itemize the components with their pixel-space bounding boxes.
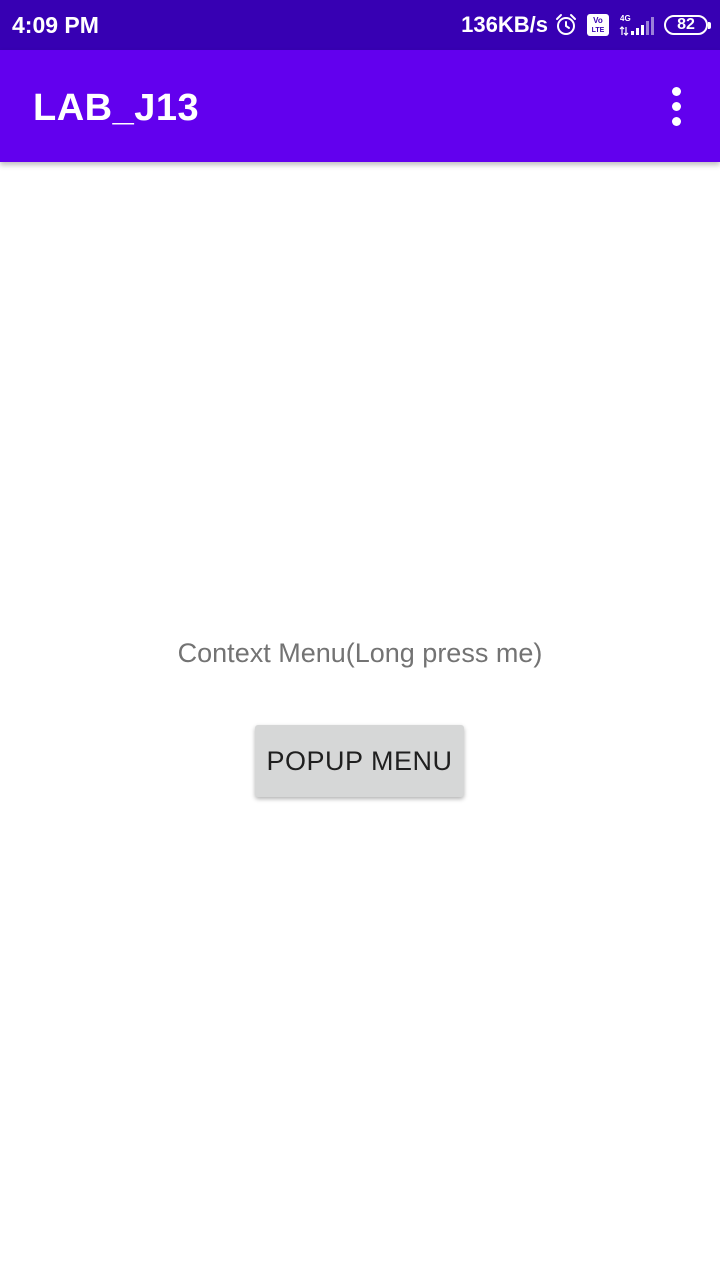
svg-text:Vo: Vo [593, 16, 603, 25]
network-type-label: 4G [620, 14, 631, 23]
overflow-dot [671, 101, 681, 111]
battery-level: 82 [677, 16, 695, 33]
status-icons: 136KB/s Vo LTE 4G 82 [461, 10, 711, 40]
app-bar: LAB_J13 [0, 50, 720, 162]
context-menu-text[interactable]: Context Menu(Long press me) [0, 636, 720, 670]
volte-icon: Vo LTE [586, 13, 610, 37]
svg-text:LTE: LTE [592, 27, 605, 34]
overflow-dot [671, 86, 681, 96]
popup-menu-button[interactable]: POPUP MENU [255, 725, 464, 797]
screen: 4:09 PM 136KB/s Vo LTE 4G 82 LAB_J13 Con… [0, 0, 720, 1280]
network-speed: 136KB/s [461, 12, 548, 37]
status-time: 4:09 PM [12, 12, 99, 38]
more-vert-icon[interactable] [652, 78, 700, 134]
app-title: LAB_J13 [33, 87, 200, 129]
signal-4g-icon: 4G [618, 13, 656, 37]
overflow-dot [671, 116, 681, 126]
status-bar: 4:09 PM 136KB/s Vo LTE 4G 82 [0, 0, 720, 50]
battery-icon: 82 [664, 15, 711, 35]
alarm-icon [554, 13, 578, 37]
